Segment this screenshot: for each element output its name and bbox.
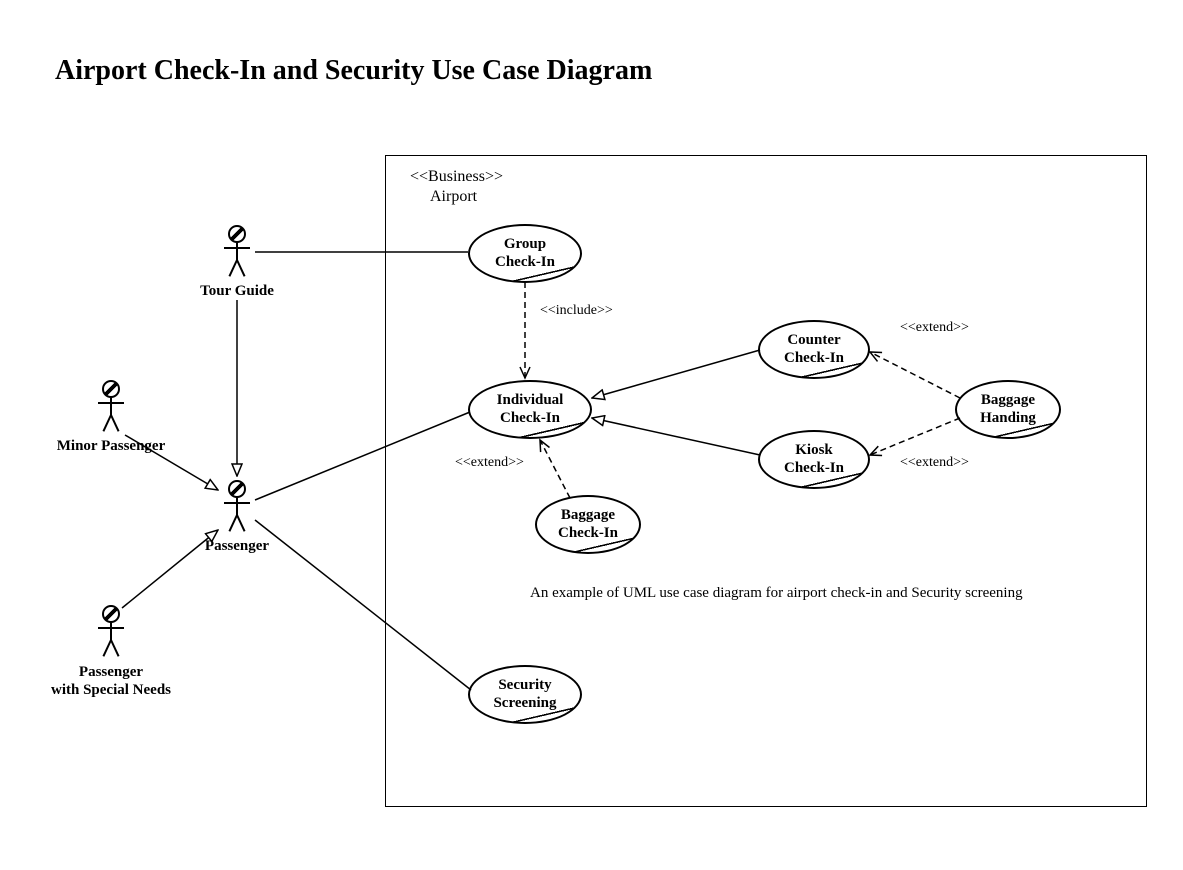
boundary-name: Airport xyxy=(430,188,477,206)
diagram-caption: An example of UML use case diagram for a… xyxy=(530,585,1023,602)
rel-label-extend-baggage-checkin: <<extend>> xyxy=(455,455,524,471)
usecase-baggage-checkin: Baggage Check-In xyxy=(535,495,641,554)
usecase-group-checkin: Group Check-In xyxy=(468,224,582,283)
actor-passenger-special xyxy=(96,605,126,660)
boundary-stereotype: <<Business>> xyxy=(410,168,503,186)
actor-tour-guide-label: Tour Guide xyxy=(200,283,274,300)
usecase-kiosk-checkin: Kiosk Check-In xyxy=(758,430,870,489)
rel-label-extend-kiosk: <<extend>> xyxy=(900,455,969,471)
usecase-counter-checkin: Counter Check-In xyxy=(758,320,870,379)
rel-label-include: <<include>> xyxy=(540,303,613,319)
actor-passenger-label: Passenger xyxy=(205,538,269,555)
usecase-individual-checkin: Individual Check-In xyxy=(468,380,592,439)
actor-minor-passenger-label: Minor Passenger xyxy=(57,438,165,455)
actor-passenger xyxy=(222,480,252,535)
diagram-title: Airport Check-In and Security Use Case D… xyxy=(55,55,652,87)
usecase-baggage-handing: Baggage Handing xyxy=(955,380,1061,439)
actor-tour-guide xyxy=(222,225,252,280)
rel-label-extend-counter: <<extend>> xyxy=(900,320,969,336)
actor-minor-passenger xyxy=(96,380,126,435)
usecase-security-screening: Security Screening xyxy=(468,665,582,724)
actor-passenger-special-label: Passenger with Special Needs xyxy=(51,663,171,699)
